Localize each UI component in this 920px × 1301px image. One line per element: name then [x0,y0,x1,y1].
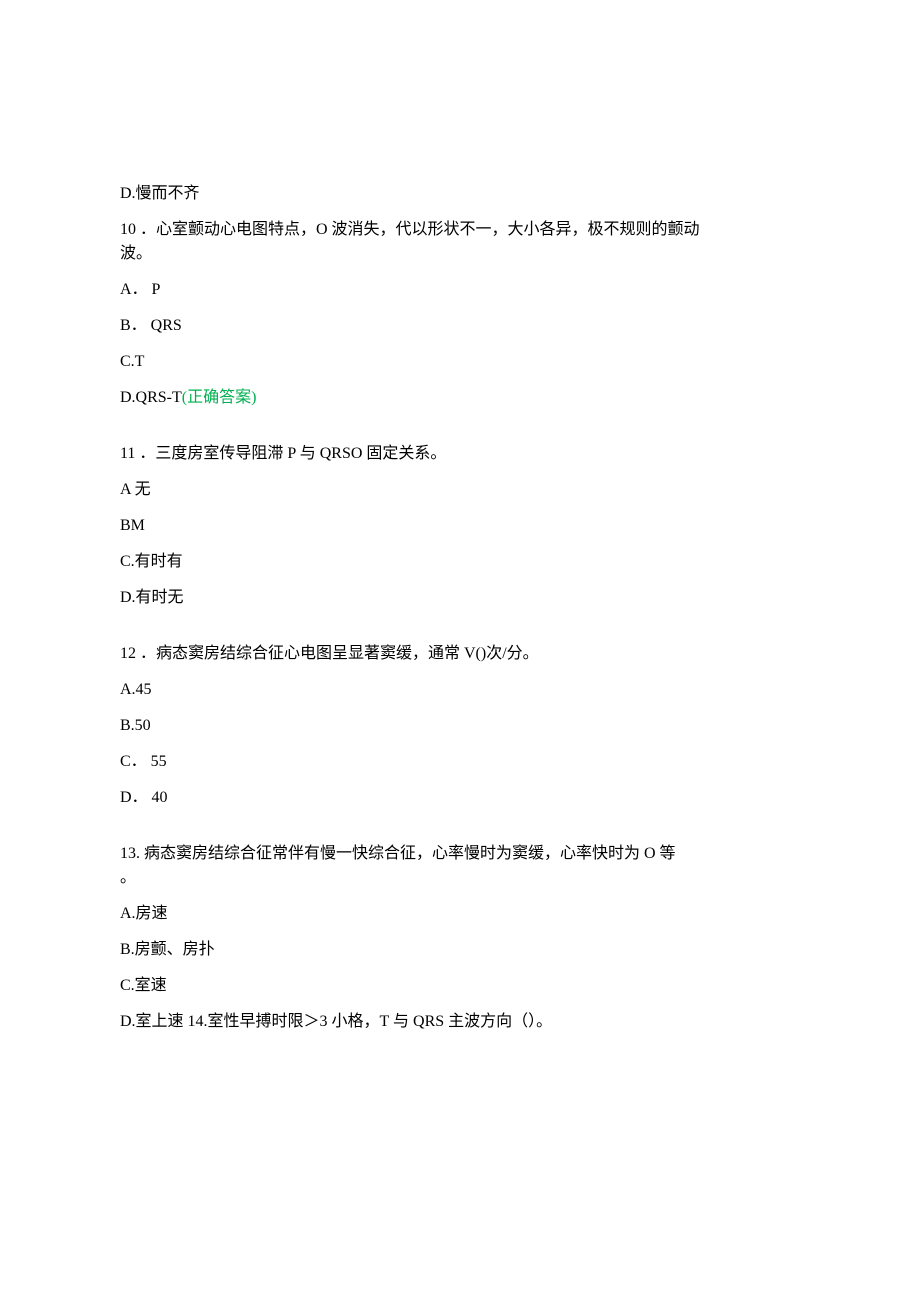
option-d: D． 40 [120,786,800,810]
question-11-stem: 11 ．三度房室传导阻滞 P 与 QRSO 固定关系。 [120,442,800,466]
option-a: A.45 [120,678,800,702]
option-text: C． 55 [120,753,167,770]
option-text: B． QRS [120,317,182,334]
option-text: A 无 [120,481,151,498]
correct-answer-mark: (正确答案) [182,389,257,406]
stem-line-2: 波。 [120,242,800,266]
option-text: B.50 [120,717,151,734]
option-c: C.有时有 [120,550,800,574]
question-12-stem: 12 ．病态窦房结综合征心电图呈显著窦缓，通常 V()次/分。 [120,642,800,666]
option-c: C.室速 [120,974,800,998]
stem-text: 11 ．三度房室传导阻滞 P 与 QRSO 固定关系。 [120,445,446,462]
stem-line-1: 10 ．心室颤动心电图特点，O 波消失，代以形状不一，大小各异，极不规则的颤动 [120,218,800,242]
option-b: BM [120,514,800,538]
option-d: D.室上速 14.室性早搏时限＞3 小格，T 与 QRS 主波方向（）。 [120,1010,800,1034]
option-b: B.50 [120,714,800,738]
option-text: C.T [120,353,144,370]
question-10-stem: 10 ．心室颤动心电图特点，O 波消失，代以形状不一，大小各异，极不规则的颤动 … [120,218,800,266]
option-text: BM [120,517,145,534]
option-text-prefix: D.QRS-T [120,389,182,406]
question-10: 10 ．心室颤动心电图特点，O 波消失，代以形状不一，大小各异，极不规则的颤动 … [120,218,800,410]
option-c: C.T [120,350,800,374]
option-text: A.45 [120,681,152,698]
question-13: 13. 病态窦房结综合征常伴有慢一快综合征，心率慢时为窦缓，心率快时为 O 等 … [120,842,800,1034]
stem-line-2: 。 [120,866,800,890]
question-12: 12 ．病态窦房结综合征心电图呈显著窦缓，通常 V()次/分。 A.45 B.5… [120,642,800,810]
option-text: D.室上速 14.室性早搏时限＞3 小格，T 与 QRS 主波方向（）。 [120,1013,552,1030]
option-text: B.房颤、房扑 [120,941,215,958]
option-text: D.慢而不齐 [120,185,200,202]
orphan-option-d: D.慢而不齐 [120,182,800,206]
option-text: D． 40 [120,789,168,806]
option-text: D.有时无 [120,589,184,606]
option-a: A.房速 [120,902,800,926]
question-13-stem: 13. 病态窦房结综合征常伴有慢一快综合征，心率慢时为窦缓，心率快时为 O 等 … [120,842,800,890]
stem-line-1: 13. 病态窦房结综合征常伴有慢一快综合征，心率慢时为窦缓，心率快时为 O 等 [120,842,800,866]
option-d: D.有时无 [120,586,800,610]
option-text: C.室速 [120,977,167,994]
option-text: C.有时有 [120,553,183,570]
option-a: A． P [120,278,800,302]
option-b: B.房颤、房扑 [120,938,800,962]
stem-text: 12 ．病态窦房结综合征心电图呈显著窦缓，通常 V()次/分。 [120,645,539,662]
option-a: A 无 [120,478,800,502]
option-text: A.房速 [120,905,168,922]
option-b: B． QRS [120,314,800,338]
option-d: D.QRS-T(正确答案) [120,386,800,410]
option-c: C． 55 [120,750,800,774]
question-11: 11 ．三度房室传导阻滞 P 与 QRSO 固定关系。 A 无 BM C.有时有… [120,442,800,610]
option-text: A． P [120,281,160,298]
